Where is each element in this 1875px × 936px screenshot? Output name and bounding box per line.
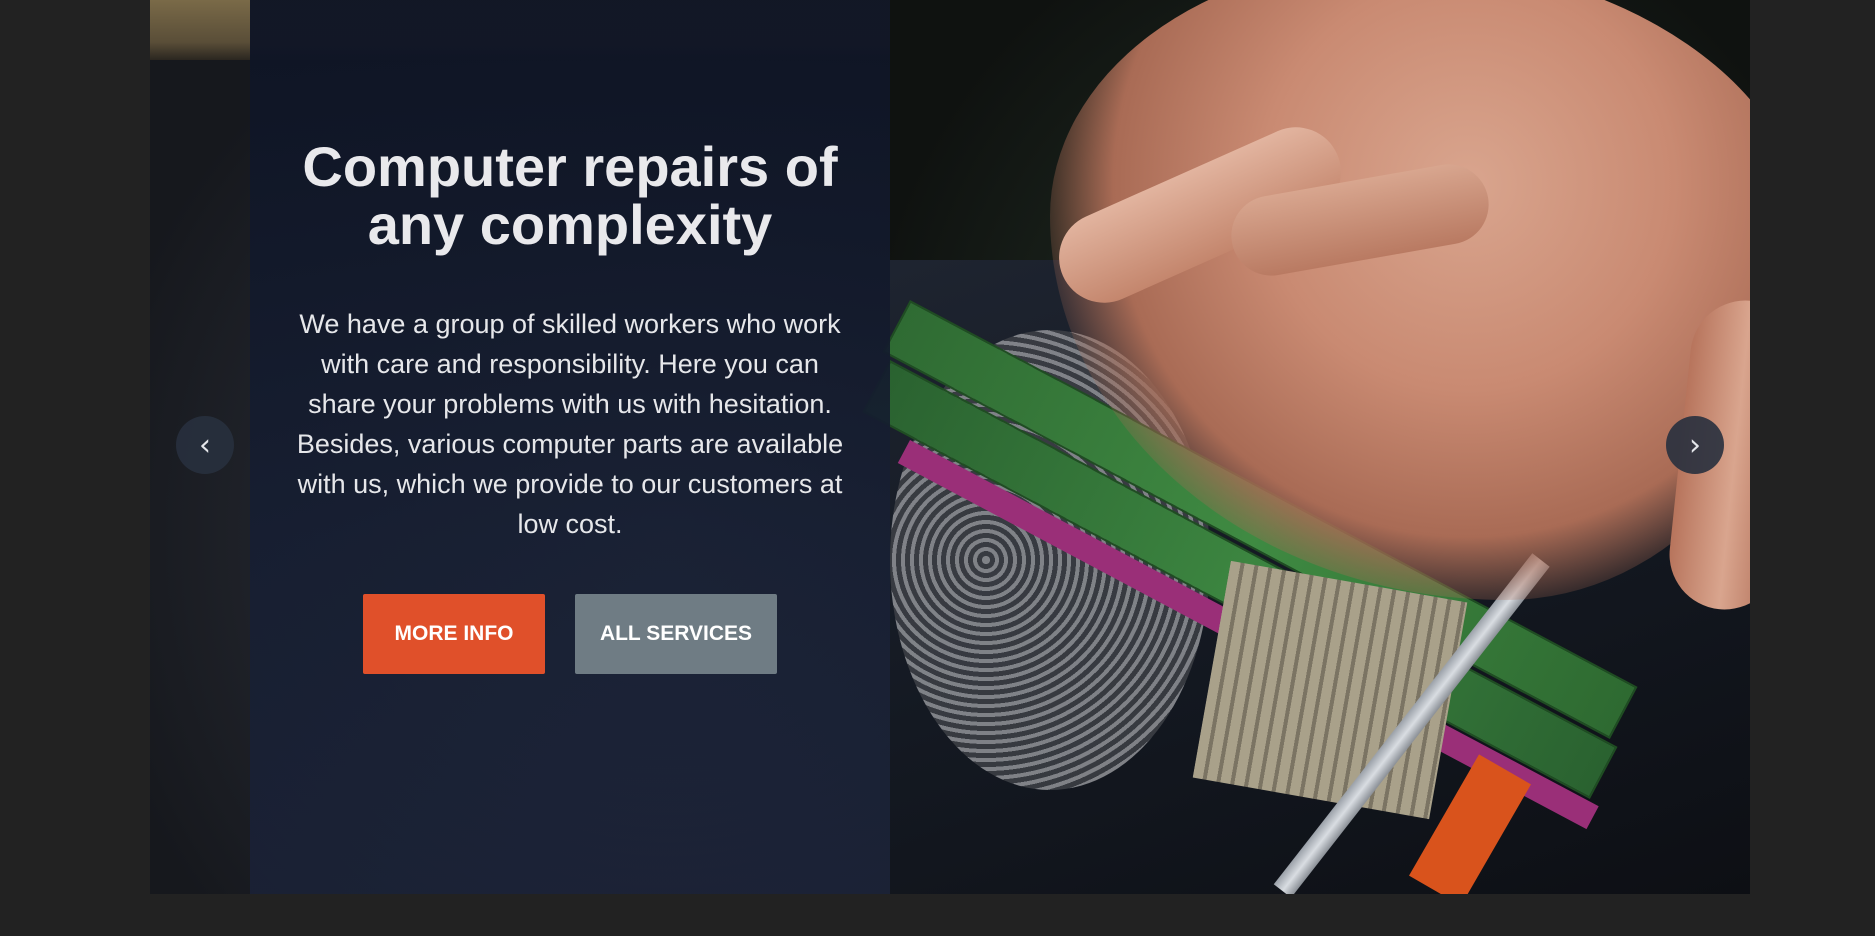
more-info-button[interactable]: MORE INFO: [363, 594, 545, 674]
chevron-left-icon: ‹: [199, 427, 211, 463]
chevron-right-icon: ›: [1689, 427, 1701, 463]
hero-slider: Computer repairs of any complexity We ha…: [150, 0, 1750, 894]
hero-title: Computer repairs of any complexity: [302, 135, 838, 256]
hero-description: We have a group of skilled workers who w…: [296, 309, 844, 539]
previous-slide-button[interactable]: ‹: [176, 416, 234, 474]
next-slide-button[interactable]: ›: [1666, 416, 1724, 474]
all-services-button[interactable]: ALL SERVICES: [575, 594, 777, 674]
hero-buttons: MORE INFO ALL SERVICES: [363, 594, 777, 674]
hero-text-panel: Computer repairs of any complexity We ha…: [250, 0, 890, 894]
